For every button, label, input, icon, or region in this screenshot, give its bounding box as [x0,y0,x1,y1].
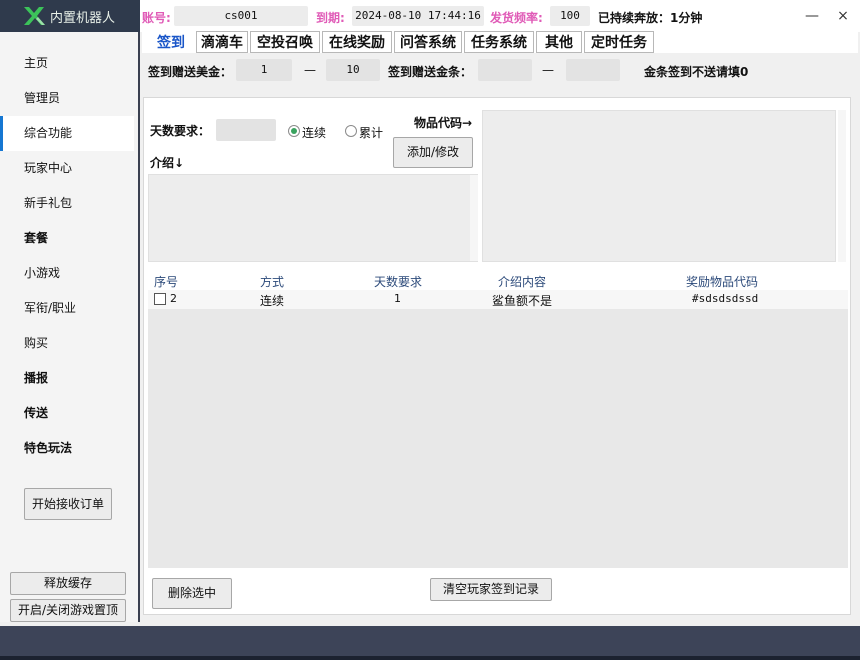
delete-selected-button[interactable]: 删除选中 [152,578,232,609]
column-header-reward-code[interactable]: 奖励物品代码 [686,273,758,290]
sidebar-item-mini-games[interactable]: 小游戏 [0,256,138,291]
gold-range-dash: — [542,63,554,77]
status-bar [0,626,860,656]
sidebar-item-rank-class[interactable]: 军衔/职业 [0,291,138,326]
tab-didi-car[interactable]: 滴滴车 [196,31,248,53]
tab-bar: 签到 滴滴车 空投召唤 在线奖励 问答系统 任务系统 其他 定时任务 [142,31,858,53]
account-label: 账号: [142,11,171,25]
tab-tasks[interactable]: 任务系统 [464,31,534,53]
start-orders-button[interactable]: 开始接收订单 [24,488,112,520]
tab-other[interactable]: 其他 [536,31,582,53]
minimize-button[interactable]: — [802,6,822,26]
tab-online-reward[interactable]: 在线奖励 [322,31,392,53]
intro-textarea[interactable] [148,174,478,262]
robot-logo-icon [22,5,46,27]
running-status: 已持续奔放：1分钟 [598,11,703,25]
release-cache-button[interactable]: 释放缓存 [10,572,126,595]
sidebar-item-player-center[interactable]: 玩家中心 [0,151,138,186]
usd-max-field[interactable]: 10 [326,59,380,81]
usd-range-dash: — [304,63,316,77]
signin-panel: 天数要求： 连续 累计 物品代码→ 添加/修改 介绍↓ 序号 方式 天数要求 介… [143,97,851,615]
sidebar: 主页 管理员 综合功能 玩家中心 新手礼包 套餐 小游戏 军衔/职业 购买 播报… [0,32,140,622]
column-header-id[interactable]: 序号 [154,273,178,290]
item-code-textarea[interactable] [482,110,836,262]
item-code-scrollbar[interactable] [838,110,846,262]
sidebar-item-newbie-gift[interactable]: 新手礼包 [0,186,138,221]
item-code-label: 物品代码→ [414,116,473,130]
sidebar-item-purchase[interactable]: 购买 [0,326,138,361]
sidebar-item-special[interactable]: 特色玩法 [0,431,138,466]
frequency-field[interactable]: 100 [550,6,590,26]
add-modify-button[interactable]: 添加/修改 [393,137,473,168]
account-field[interactable]: cs001 [174,6,308,26]
sidebar-item-package[interactable]: 套餐 [0,221,138,256]
days-label: 天数要求： [150,124,211,138]
cell-intro: 鲨鱼额不是 [492,294,553,308]
gold-note: 金条签到不送请填0 [644,65,749,79]
bottom-edge [0,656,860,660]
top-bar: 账号: cs001 到期: 2024-08-10 17:44:16 发货频率: … [140,0,860,32]
cell-mode: 连续 [260,294,285,308]
column-header-mode[interactable]: 方式 [260,273,284,290]
mode-cumulative-label: 累计 [359,126,384,140]
expire-label: 到期: [316,11,345,25]
gold-max-field[interactable] [566,59,620,81]
toggle-game-top-button[interactable]: 开启/关闭游戏置顶 [10,599,126,622]
sidebar-item-admin[interactable]: 管理员 [0,81,138,116]
intro-scrollbar[interactable] [470,175,478,261]
sidebar-item-home[interactable]: 主页 [0,46,138,81]
gold-label: 签到赠送金条： [388,65,473,79]
app-logo: 内置机器人 [0,0,140,32]
gold-min-field[interactable] [478,59,532,81]
clear-signin-records-button[interactable]: 清空玩家签到记录 [430,578,552,601]
close-button[interactable]: × [833,6,853,26]
mode-consecutive-radio[interactable] [288,125,300,137]
intro-label: 介绍↓ [150,156,185,170]
table-row[interactable]: 2 连续 1 鲨鱼额不是 #sdsdsdssd [148,290,848,309]
column-header-intro[interactable]: 介绍内容 [498,273,546,290]
tab-airdrop[interactable]: 空投召唤 [250,31,320,53]
signin-reward-row: 签到赠送美金： 1 — 10 签到赠送金条： — 金条签到不送请填0 [142,54,858,88]
cell-days: 1 [394,292,401,305]
mode-consecutive-label: 连续 [302,126,327,140]
app-title: 内置机器人 [50,10,116,26]
cell-id: 2 [170,292,177,305]
sidebar-item-broadcast[interactable]: 播报 [0,361,138,396]
frequency-label: 发货频率: [490,11,543,25]
tab-qa[interactable]: 问答系统 [394,31,462,53]
sidebar-item-teleport[interactable]: 传送 [0,396,138,431]
days-field[interactable] [216,119,276,141]
column-header-days[interactable]: 天数要求 [374,273,422,290]
tab-signin[interactable]: 签到 [146,31,196,53]
table-header: 序号 方式 天数要求 介绍内容 奖励物品代码 [148,270,848,290]
expire-field[interactable]: 2024-08-10 17:44:16 [352,6,484,26]
sidebar-item-general[interactable]: 综合功能 [0,116,134,151]
cell-reward-code: #sdsdsdssd [692,292,759,305]
signin-table: 序号 方式 天数要求 介绍内容 奖励物品代码 2 连续 1 鲨鱼额不是 #sds… [148,270,848,568]
usd-label: 签到赠送美金： [148,65,233,79]
usd-min-field[interactable]: 1 [236,59,292,81]
mode-cumulative-radio[interactable] [345,125,357,137]
row-checkbox[interactable] [154,293,166,305]
tab-scheduled[interactable]: 定时任务 [584,31,654,53]
